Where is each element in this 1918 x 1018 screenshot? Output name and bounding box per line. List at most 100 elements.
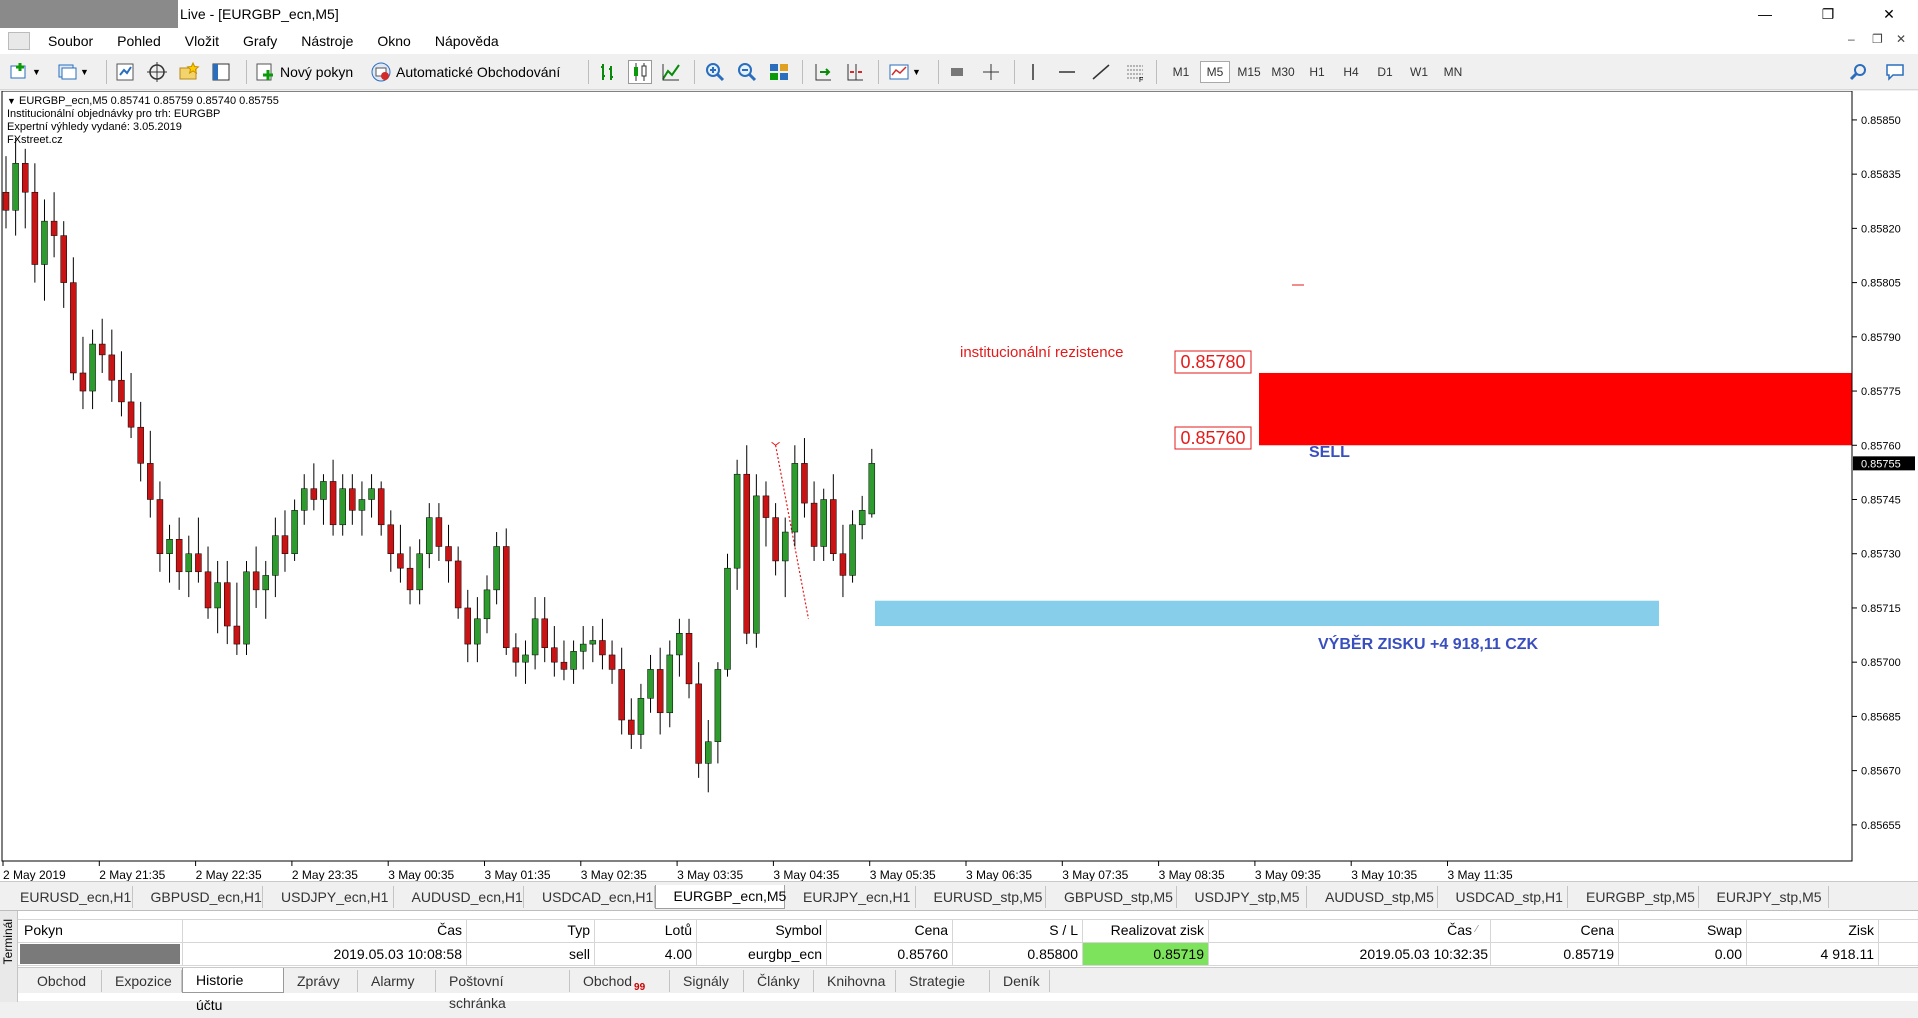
terminal-tab-alerts[interactable]: Alarmy bbox=[358, 970, 436, 992]
zoom-in-button[interactable] bbox=[704, 60, 726, 84]
chart-tab-usdjpy-stp-m5[interactable]: USDJPY_stp,M5 bbox=[1177, 886, 1307, 908]
new-chart-button[interactable]: ▼ bbox=[8, 60, 41, 84]
menu-insert[interactable]: Vložit bbox=[173, 33, 231, 49]
terminal-tab-exposure[interactable]: Expozice bbox=[102, 970, 182, 992]
header-tp[interactable]: Realizovat zisk bbox=[1086, 919, 1204, 941]
indicators-button[interactable]: ▼ bbox=[888, 60, 921, 84]
candle bbox=[41, 199, 48, 301]
header-open-time[interactable]: Čas bbox=[186, 919, 462, 941]
header-close-time[interactable]: Čas bbox=[1212, 919, 1472, 941]
header-swap[interactable]: Swap bbox=[1622, 919, 1742, 941]
candle-body bbox=[753, 495, 760, 634]
terminal-tab-journal[interactable]: Deník bbox=[990, 970, 1050, 992]
timeframe-m30[interactable]: M30 bbox=[1268, 61, 1298, 83]
chart-tab-eurjpy-ecn-h1[interactable]: EURJPY_ecn,H1 bbox=[785, 886, 916, 908]
chat-button[interactable] bbox=[1884, 60, 1906, 84]
line-chart-button[interactable] bbox=[660, 60, 682, 84]
market-watch-button[interactable] bbox=[114, 60, 136, 84]
candlestick-button[interactable] bbox=[628, 60, 652, 84]
timeframe-m15[interactable]: M15 bbox=[1234, 61, 1264, 83]
price-chart[interactable]: institucionální rezistence 0.85780 0.85760… bbox=[0, 91, 1918, 881]
row-swap: 0.00 bbox=[1714, 946, 1742, 962]
terminal-tab-signals[interactable]: Signály bbox=[670, 970, 744, 992]
candle bbox=[416, 539, 423, 605]
header-lots[interactable]: Lotů bbox=[598, 919, 692, 941]
chart-tab-eurgbp-stp-m5[interactable]: EURGBP_stp,M5 bbox=[1568, 886, 1699, 908]
mdi-close-button[interactable]: ✕ bbox=[1896, 32, 1906, 46]
chart-tab-eurusd-stp-m5[interactable]: EURUSD_stp,M5 bbox=[916, 886, 1046, 908]
timeframe-m5[interactable]: M5 bbox=[1200, 61, 1230, 83]
chart-tab-usdcad-ecn-h1[interactable]: USDCAD_ecn,H1 bbox=[524, 886, 655, 908]
auto-trading-button[interactable]: Automatické Obchodování bbox=[370, 60, 560, 84]
chart-tab-audusd-ecn-h1[interactable]: AUDUSD_ecn,H1 bbox=[394, 886, 524, 908]
header-symbol[interactable]: Symbol bbox=[700, 919, 822, 941]
resistance-zone[interactable] bbox=[1259, 372, 1852, 446]
timeframe-d1[interactable]: D1 bbox=[1370, 61, 1400, 83]
vertical-line-button[interactable] bbox=[1022, 60, 1044, 84]
candle bbox=[781, 517, 789, 598]
chart-tab-usdcad-stp-h1[interactable]: USDCAD_stp,H1 bbox=[1438, 886, 1568, 908]
time-tick-label: 3 May 02:35 bbox=[581, 868, 647, 881]
menu-view[interactable]: Pohled bbox=[105, 33, 173, 49]
take-profit-zone[interactable] bbox=[875, 600, 1659, 627]
terminal-toggle-button[interactable] bbox=[210, 60, 232, 84]
chart-tab-gbpusd-stp-m5[interactable]: GBPUSD_stp,M5 bbox=[1046, 886, 1177, 908]
terminal-tab-account-history[interactable]: Historie účtu bbox=[182, 968, 284, 1013]
chart-tab-usdjpy-ecn-h1[interactable]: USDJPY_ecn,H1 bbox=[263, 886, 394, 908]
new-order-button[interactable]: Nový pokyn bbox=[254, 60, 353, 84]
header-type[interactable]: Typ bbox=[470, 919, 590, 941]
header-price[interactable]: Cena bbox=[830, 919, 948, 941]
timeframe-mn[interactable]: MN bbox=[1438, 61, 1468, 83]
header-sl[interactable]: S / L bbox=[956, 919, 1078, 941]
mdi-restore-button[interactable]: ❐ bbox=[1872, 32, 1883, 46]
menu-file[interactable]: Soubor bbox=[36, 33, 105, 49]
chart-tab-eurgbp-ecn-m5[interactable]: EURGBP_ecn,M5 bbox=[654, 885, 786, 909]
crosshair-button[interactable] bbox=[980, 60, 1002, 84]
timeframe-h1[interactable]: H1 bbox=[1302, 61, 1332, 83]
header-close-price[interactable]: Cena bbox=[1494, 919, 1614, 941]
profiles-button[interactable]: ▼ bbox=[56, 60, 89, 84]
terminal-tab-experts[interactable]: Strategie bbox=[896, 970, 990, 992]
chart-tab-eurjpy-stp-m5[interactable]: EURJPY_stp,M5 bbox=[1699, 886, 1829, 908]
close-button[interactable]: ✕ bbox=[1866, 0, 1912, 28]
chart-tab-eurusd-ecn-h1[interactable]: EURUSD_ecn,H1 bbox=[2, 886, 133, 908]
mdi-minimize-button[interactable]: – bbox=[1848, 32, 1855, 46]
terminal-tab-code-base[interactable]: Knihovna bbox=[814, 970, 896, 992]
horizontal-line-button[interactable] bbox=[1056, 60, 1078, 84]
search-button[interactable] bbox=[1848, 60, 1870, 84]
chart-shift-button[interactable] bbox=[844, 60, 866, 84]
header-profit[interactable]: Zisk bbox=[1750, 919, 1874, 941]
fibonacci-button[interactable]: F bbox=[1124, 60, 1146, 84]
cursor-button[interactable] bbox=[946, 60, 968, 84]
autoscroll-button[interactable] bbox=[812, 60, 834, 84]
maximize-button[interactable]: ❐ bbox=[1805, 0, 1851, 28]
terminal-tab-news[interactable]: Zprávy bbox=[284, 970, 358, 992]
trendline-button[interactable] bbox=[1090, 60, 1112, 84]
timeframe-h4[interactable]: H4 bbox=[1336, 61, 1366, 83]
menu-help[interactable]: Nápověda bbox=[423, 33, 511, 49]
terminal-tab-market[interactable]: Obchod 99 bbox=[570, 970, 670, 993]
candle-body bbox=[243, 571, 250, 645]
terminal-tab-articles[interactable]: Články bbox=[744, 970, 814, 992]
column-divider bbox=[1618, 919, 1619, 965]
menu-window[interactable]: Okno bbox=[365, 33, 422, 49]
chart-tab-gbpusd-ecn-h1[interactable]: GBPUSD_ecn,H1 bbox=[133, 886, 263, 908]
chart-area[interactable]: institucionální rezistence 0.85780 0.85760… bbox=[0, 91, 1918, 881]
tile-windows-button[interactable] bbox=[768, 60, 790, 84]
navigator-button[interactable] bbox=[146, 60, 168, 84]
candle-body bbox=[858, 510, 866, 526]
timeframe-w1[interactable]: W1 bbox=[1404, 61, 1434, 83]
terminal-tab-mailbox[interactable]: Poštovní schránka bbox=[436, 970, 570, 1011]
terminal-tab-trade[interactable]: Obchod bbox=[24, 970, 102, 992]
menu-charts[interactable]: Grafy bbox=[231, 33, 289, 49]
bar-chart-button[interactable] bbox=[596, 60, 618, 84]
tile-windows-icon bbox=[770, 64, 788, 80]
zoom-out-button[interactable] bbox=[736, 60, 758, 84]
timeframe-m1[interactable]: M1 bbox=[1166, 61, 1196, 83]
menu-tools[interactable]: Nástroje bbox=[289, 33, 365, 49]
chart-tab-audusd-stp-m5[interactable]: AUDUSD_stp,M5 bbox=[1307, 886, 1438, 908]
minimize-button[interactable]: — bbox=[1742, 0, 1788, 28]
chart-window-icon[interactable] bbox=[8, 32, 30, 50]
favorites-button[interactable] bbox=[178, 60, 200, 84]
header-order[interactable]: Pokyn bbox=[24, 919, 63, 941]
